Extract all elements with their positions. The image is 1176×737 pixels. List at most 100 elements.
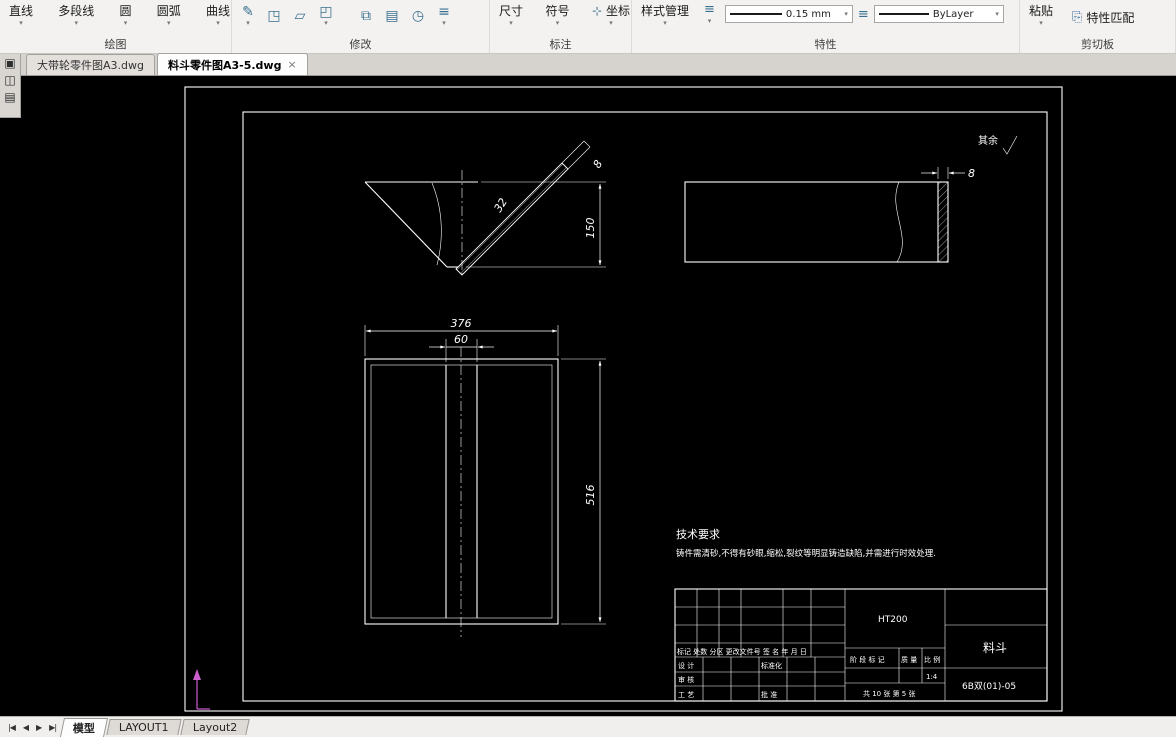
doc-tab-label: 大带轮零件图A3.dwg: [37, 59, 144, 72]
chevron-down-icon[interactable]: ▾: [844, 10, 848, 18]
modify-tool-button-3[interactable]: ▱: [288, 3, 312, 29]
modify-tool-button-8[interactable]: ≡ ▾: [432, 3, 456, 29]
tab-layout2[interactable]: Layout2: [179, 719, 250, 735]
coordinate-tool-button[interactable]: ⊹ 坐标 ▾: [587, 1, 635, 28]
history-icon: ◷: [411, 8, 425, 24]
style-manager-label: 样式管理: [641, 4, 690, 18]
panel-clipboard-title[interactable]: 剪切板: [1020, 36, 1175, 53]
chevron-down-icon[interactable]: ▾: [19, 19, 23, 27]
color-select[interactable]: ByLayer ▾: [873, 5, 1004, 23]
spline-tool-button[interactable]: 曲线 ▾: [201, 1, 235, 28]
dim-60: 60: [454, 333, 468, 346]
next-tab-button[interactable]: ▶: [32, 723, 45, 732]
copy-icon: ⧉: [361, 8, 371, 24]
polyline-tool-button[interactable]: 多段线 ▾: [53, 1, 99, 28]
lineweight-value: 0.15 mm: [785, 8, 831, 20]
symbol-tool-button[interactable]: 符号 ▾: [541, 1, 575, 28]
technical-requirements: 技术要求 铸件需清砂,不得有砂眼,缩松,裂纹等明显铸造缺陷,并需进行时效处理.: [676, 528, 936, 559]
last-tab-button[interactable]: ▶|: [45, 723, 60, 732]
close-icon[interactable]: ×: [287, 58, 296, 71]
dim-32: 32: [492, 196, 510, 215]
match-properties-label: 特性匹配: [1086, 11, 1135, 25]
coordinate-tool-label: ⊹ 坐标: [592, 4, 630, 18]
clipboard-tools: 粘贴 ▾ ⎘ 特性匹配: [1020, 0, 1175, 36]
toolbar-icon-1[interactable]: ▣: [4, 56, 15, 70]
design-label: 设 计: [678, 661, 694, 670]
scale-value: 1:4: [926, 673, 938, 681]
chevron-down-icon[interactable]: ▾: [124, 19, 128, 27]
modify-tool-button-5[interactable]: ⧉: [354, 3, 378, 29]
chevron-down-icon[interactable]: ▾: [246, 19, 250, 27]
color-sample-line: [878, 13, 929, 15]
doc-tab-label: 料斗零件图A3-5.dwg: [167, 58, 282, 72]
panel-draw-title[interactable]: 绘图: [0, 36, 231, 53]
line-tool-button[interactable]: 直线 ▾: [4, 1, 38, 28]
chevron-down-icon[interactable]: ▾: [74, 19, 78, 27]
polyline-tool-label: 多段线: [58, 4, 95, 18]
dim-516: 516: [584, 485, 597, 506]
standardization-label: 标准化: [761, 661, 782, 670]
tab-layout1[interactable]: LAYOUT1: [106, 719, 182, 735]
layout-tabbar: |◀ ◀ ▶ ▶| 模型 LAYOUT1 Layout2: [0, 716, 1176, 737]
modify-tool-button-6[interactable]: ▤: [380, 3, 404, 29]
first-tab-button[interactable]: |◀: [4, 723, 19, 732]
panel-clipboard: 粘贴 ▾ ⎘ 特性匹配 剪切板: [1020, 0, 1176, 53]
chevron-down-icon[interactable]: ▾: [663, 19, 667, 27]
tab-model[interactable]: 模型: [60, 717, 109, 737]
panel-annotate-title[interactable]: 标注: [490, 36, 631, 53]
panel-properties-title[interactable]: 特性: [632, 36, 1019, 53]
toolbar-icon-2[interactable]: ◫: [4, 73, 15, 87]
process-label: 工 艺: [678, 691, 694, 699]
circle-tool-button[interactable]: 圆 ▾: [114, 1, 136, 28]
annotate-tools: 尺寸 ▾ 符号 ▾ ⊹ 坐标 ▾: [490, 0, 639, 36]
linetype-icon[interactable]: ≡: [858, 7, 869, 22]
lineweight-select[interactable]: 0.15 mm ▾: [724, 5, 853, 23]
dim-8-right: 8: [968, 167, 975, 180]
dimension-tool-button[interactable]: 尺寸 ▾: [494, 1, 528, 28]
ribbon: 直线 ▾ 多段线 ▾ 圆 ▾ 圆弧 ▾ 曲线 ▾ 绘图 ✎ ▾ ◳ ▱ ◰ ▾ …: [0, 0, 1176, 54]
tab-layout2-label: Layout2: [192, 721, 237, 734]
layers-icon: ▤: [385, 8, 399, 24]
chevron-down-icon[interactable]: ▾: [442, 19, 446, 27]
color-value: ByLayer: [932, 8, 974, 20]
drawing-viewport[interactable]: 150 8 32 8 376 60 516 其余 技术要求 铸件需清砂,不得有砂…: [0, 76, 1176, 716]
doc-tab-active[interactable]: 料斗零件图A3-5.dwg ×: [156, 53, 308, 75]
paste-button[interactable]: 粘贴 ▾: [1024, 1, 1058, 28]
docked-toolbar: ▣ ◫ ▤: [0, 54, 21, 118]
array-icon: ◰: [319, 4, 333, 20]
doc-tab-inactive[interactable]: 大带轮零件图A3.dwg: [26, 54, 155, 75]
line-tool-label: 直线: [9, 4, 34, 18]
tab-model-label: 模型: [72, 721, 95, 735]
chevron-down-icon[interactable]: ▾: [1039, 19, 1043, 27]
prev-tab-button[interactable]: ◀: [19, 723, 32, 732]
model-space-canvas[interactable]: 150 8 32 8 376 60 516 其余 技术要求 铸件需清砂,不得有砂…: [0, 76, 1176, 716]
chevron-down-icon[interactable]: ▾: [324, 19, 328, 27]
chevron-down-icon[interactable]: ▾: [216, 19, 220, 27]
toolbar-icon-3[interactable]: ▤: [4, 90, 15, 104]
crosshair-icon: ⊹: [592, 4, 603, 18]
modify-tool-button-4[interactable]: ◰ ▾: [314, 3, 338, 29]
panel-modify: ✎ ▾ ◳ ▱ ◰ ▾ ⧉ ▤ ◷ ≡ ▾ 修改: [232, 0, 490, 53]
panel-properties: 样式管理 ▾ ≡ ▾ 0.15 mm ▾ ≡ ByLayer ▾ 特性: [632, 0, 1020, 53]
chevron-down-icon[interactable]: ▾: [995, 10, 999, 18]
chevron-down-icon[interactable]: ▾: [167, 19, 171, 27]
match-properties-button[interactable]: ⎘ 特性匹配: [1072, 9, 1134, 26]
circle-tool-label: 圆: [119, 4, 132, 18]
modify-tool-button-2[interactable]: ◳: [262, 3, 286, 29]
panel-modify-title[interactable]: 修改: [232, 36, 489, 53]
layer-list-button[interactable]: ≡ ▾: [699, 1, 720, 26]
chevron-down-icon[interactable]: ▾: [708, 17, 712, 25]
modify-tool-button-7[interactable]: ◷: [406, 3, 430, 29]
pencil-icon: ✎: [242, 4, 254, 20]
arc-tool-button[interactable]: 圆弧 ▾: [152, 1, 186, 28]
tab-layout1-label: LAYOUT1: [118, 721, 169, 734]
drawing-number: 6B双(01)-05: [962, 681, 1016, 692]
mirror-icon: ▱: [294, 8, 306, 24]
chevron-down-icon[interactable]: ▾: [556, 19, 560, 27]
modify-tool-button-1[interactable]: ✎ ▾: [236, 3, 260, 29]
view-side-right: 8: [684, 167, 975, 263]
properties-tools: 样式管理 ▾ ≡ ▾ 0.15 mm ▾ ≡ ByLayer ▾: [632, 0, 1019, 36]
style-manager-button[interactable]: 样式管理 ▾: [636, 1, 694, 28]
chevron-down-icon[interactable]: ▾: [509, 19, 513, 27]
chevron-down-icon[interactable]: ▾: [609, 19, 613, 27]
